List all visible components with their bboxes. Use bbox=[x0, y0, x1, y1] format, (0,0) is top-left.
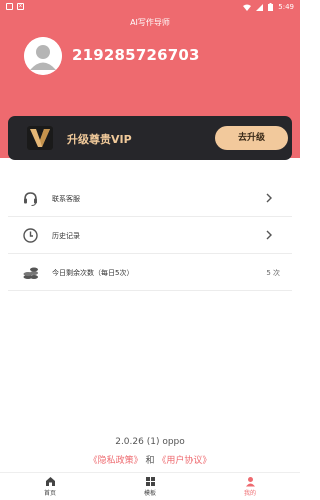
menu-item-label: 历史记录 bbox=[52, 232, 80, 240]
tab-label: 首页 bbox=[43, 490, 56, 497]
tab-label: 我的 bbox=[243, 490, 256, 497]
notification-icon bbox=[6, 3, 13, 10]
battery-icon bbox=[268, 3, 274, 11]
and-text: 和 bbox=[145, 456, 155, 466]
coins-icon bbox=[23, 267, 38, 279]
remaining-count: 5 次 bbox=[266, 269, 280, 277]
headset-icon bbox=[24, 192, 37, 206]
menu-item-label: 联系客服 bbox=[52, 195, 80, 203]
app-version: 2.0.26 (1) oppo bbox=[115, 437, 185, 447]
tab-templates[interactable]: 模板 bbox=[100, 473, 200, 500]
policy-links: 《隐私政策》 和 《用户协议》 bbox=[0, 453, 300, 466]
status-time: 5:49 bbox=[278, 3, 294, 11]
upgrade-button[interactable]: 去升级 bbox=[215, 126, 288, 150]
tab-mine[interactable]: 我的 bbox=[200, 473, 300, 500]
status-bar: x 5:49 bbox=[0, 0, 300, 16]
menu-item-remaining-uses: 今日剩余次数（每日5次） 5 次 bbox=[8, 254, 292, 291]
app-badge-icon: x bbox=[17, 3, 24, 10]
home-icon bbox=[45, 477, 55, 486]
tab-label: 模板 bbox=[143, 490, 156, 497]
default-avatar-icon bbox=[24, 37, 62, 75]
menu-item-customer-service[interactable]: 联系客服 bbox=[8, 180, 292, 217]
chevron-right-icon bbox=[266, 193, 272, 203]
chevron-right-icon bbox=[266, 230, 272, 240]
clock-icon bbox=[23, 228, 38, 243]
privacy-policy-link[interactable]: 《隐私政策》 bbox=[89, 456, 143, 466]
bottom-tab-bar: 首页 模板 我的 bbox=[0, 472, 300, 500]
tab-home[interactable]: 首页 bbox=[0, 473, 100, 500]
menu-list: 联系客服 历史记录 今日剩余次数（每日5次） 5 次 bbox=[8, 180, 292, 291]
avatar[interactable] bbox=[24, 37, 62, 75]
user-agreement-link[interactable]: 《用户协议》 bbox=[157, 456, 211, 466]
menu-item-history[interactable]: 历史记录 bbox=[8, 217, 292, 254]
vip-upgrade-card: 升级尊贵VIP 去升级 bbox=[8, 116, 292, 160]
vip-logo-icon bbox=[27, 126, 53, 150]
grid-icon bbox=[145, 477, 155, 486]
wifi-icon bbox=[243, 4, 252, 11]
vip-label: 升级尊贵VIP bbox=[67, 133, 132, 146]
signal-icon bbox=[256, 3, 264, 11]
person-icon bbox=[245, 477, 255, 487]
menu-item-label: 今日剩余次数（每日5次） bbox=[52, 269, 134, 277]
username: 219285726703 bbox=[72, 46, 200, 64]
app-title: AI写作导师 bbox=[130, 18, 170, 27]
